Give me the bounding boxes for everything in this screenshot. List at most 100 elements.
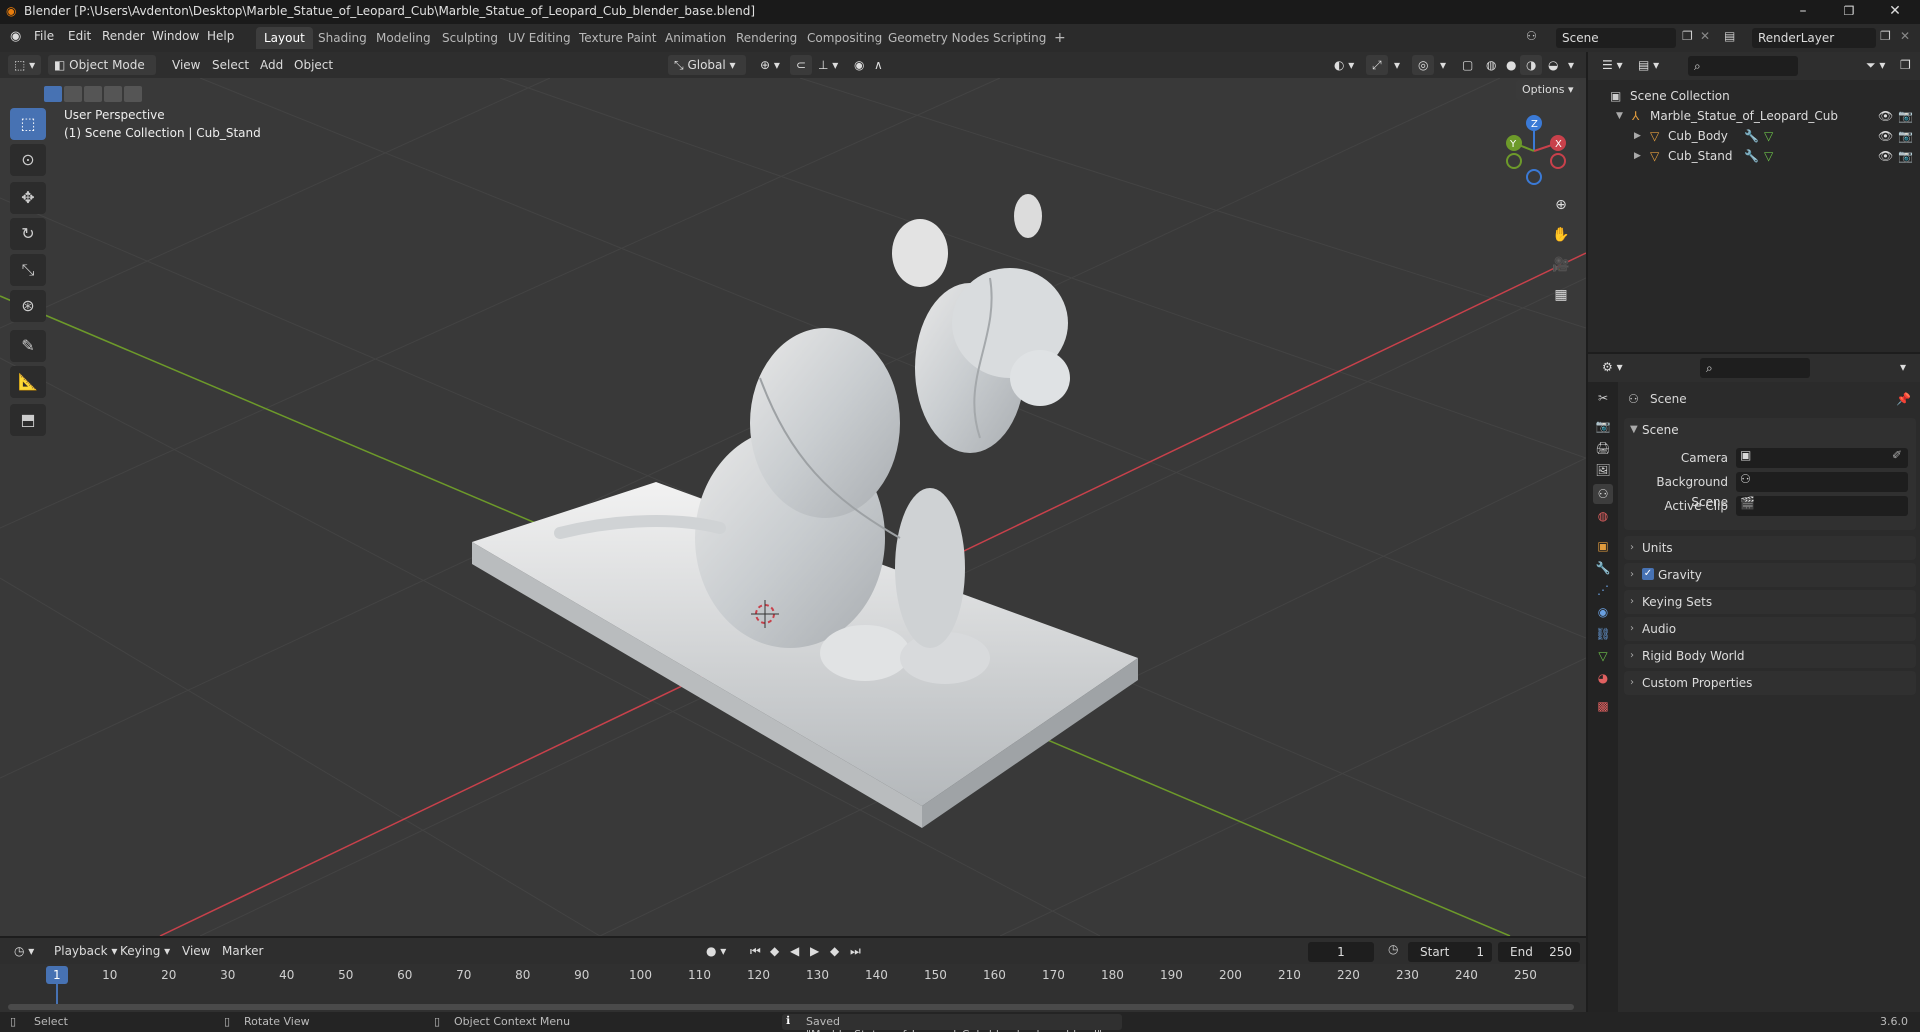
timeline-scrollbar[interactable] bbox=[8, 1004, 1574, 1010]
outliner-row-scene-collection[interactable]: ▣ Scene Collection bbox=[1588, 86, 1920, 106]
play-reverse-icon[interactable]: ◀ bbox=[784, 941, 805, 961]
pan-hand-icon[interactable]: ✋ bbox=[1548, 222, 1574, 248]
snap-icon[interactable]: ⊂ bbox=[790, 55, 813, 75]
annotate-tool-icon[interactable]: ✎ bbox=[10, 330, 46, 362]
render-camera-icon[interactable]: 📷 bbox=[1898, 146, 1913, 166]
keying-sets-panel[interactable]: › Keying Sets bbox=[1624, 590, 1916, 614]
visibility-eye-icon[interactable]: 👁 bbox=[1878, 146, 1893, 166]
tool-tab-icon[interactable]: ✂ bbox=[1593, 388, 1613, 408]
blender-menu-icon[interactable]: ◉ bbox=[10, 29, 21, 44]
menu-help[interactable]: Help bbox=[207, 29, 234, 43]
pivot-icon[interactable]: ⊕ ▾ bbox=[754, 55, 786, 75]
scene-tab-icon[interactable]: ⚇ bbox=[1593, 484, 1613, 504]
select-new-icon[interactable] bbox=[44, 86, 62, 102]
active-clip-field[interactable]: 🎬 bbox=[1736, 496, 1908, 516]
new-collection-icon[interactable]: ❐ bbox=[1894, 55, 1917, 75]
tab-scripting[interactable]: Scripting bbox=[985, 27, 1054, 49]
viewport-menu-add[interactable]: Add bbox=[254, 55, 289, 75]
renderlayer-field[interactable]: RenderLayer bbox=[1752, 28, 1876, 48]
transform-tool-icon[interactable]: ⊛ bbox=[10, 290, 46, 322]
move-tool-icon[interactable]: ✥ bbox=[10, 182, 46, 214]
eyedropper-icon[interactable]: ✐ bbox=[1892, 448, 1902, 462]
play-icon[interactable]: ▶ bbox=[804, 941, 825, 961]
tab-shading[interactable]: Shading bbox=[310, 27, 375, 49]
mode-dropdown[interactable]: ◧ Object Mode ▾ bbox=[48, 55, 156, 92]
audio-panel[interactable]: › Audio bbox=[1624, 617, 1916, 641]
outliner-editor-type-icon[interactable]: ☰ ▾ bbox=[1596, 55, 1629, 75]
camera-view-icon[interactable]: 🎥 bbox=[1548, 252, 1574, 278]
outliner-row-cub-stand[interactable]: ▶ ▽ Cub_Stand 🔧 ▽ 👁 📷 bbox=[1588, 146, 1920, 166]
menu-edit[interactable]: Edit bbox=[68, 29, 91, 43]
properties-options-icon[interactable]: ▾ bbox=[1894, 357, 1912, 377]
next-keyframe-icon[interactable]: ◆ bbox=[824, 941, 845, 961]
viewport-menu-view[interactable]: View bbox=[166, 55, 206, 75]
timeline-menu-marker[interactable]: Marker bbox=[216, 941, 269, 961]
xray-toggle-icon[interactable]: ▢ bbox=[1456, 55, 1479, 75]
collapse-chevron-icon[interactable]: ▶ bbox=[1634, 126, 1641, 146]
select-invert-icon[interactable] bbox=[104, 86, 122, 102]
ortho-grid-icon[interactable]: ▦ bbox=[1548, 282, 1574, 308]
timeline-menu-playback[interactable]: Playback ▾ bbox=[48, 941, 123, 961]
end-frame-field[interactable]: End 250 bbox=[1498, 942, 1580, 962]
pin-icon[interactable]: 📌 bbox=[1896, 392, 1911, 406]
viewport-menu-select[interactable]: Select bbox=[206, 55, 255, 75]
delete-renderlayer-icon[interactable]: ✕ bbox=[1900, 29, 1910, 43]
mesh-data-icon[interactable]: ▽ bbox=[1764, 146, 1773, 166]
tab-uv-editing[interactable]: UV Editing bbox=[500, 27, 579, 49]
add-cube-tool-icon[interactable]: ⬒ bbox=[10, 404, 46, 436]
timeline-editor-type-icon[interactable]: ◷ ▾ bbox=[8, 941, 40, 961]
material-tab-icon[interactable]: ◕ bbox=[1593, 668, 1613, 688]
new-scene-icon[interactable]: ❐ bbox=[1682, 29, 1693, 43]
select-box-tool-icon[interactable]: ⬚ bbox=[10, 108, 46, 140]
modifier-wrench-icon[interactable]: 🔧 bbox=[1744, 146, 1759, 166]
prev-keyframe-icon[interactable]: ◆ bbox=[764, 941, 785, 961]
3d-viewport[interactable]: Z X Y User Perspective (1) Scene Collect… bbox=[0, 78, 1586, 936]
gravity-checkbox[interactable]: ✓ bbox=[1642, 568, 1654, 580]
maximize-button[interactable]: ❐ bbox=[1826, 0, 1872, 24]
render-camera-icon[interactable]: 📷 bbox=[1898, 126, 1913, 146]
add-workspace-button[interactable]: + bbox=[1046, 27, 1074, 49]
shading-dropdown-icon[interactable]: ▾ bbox=[1562, 55, 1580, 75]
constraints-tab-icon[interactable]: ⛓ bbox=[1593, 624, 1613, 644]
rotate-tool-icon[interactable]: ↻ bbox=[10, 218, 46, 250]
expand-chevron-icon[interactable]: ▼ bbox=[1616, 106, 1623, 126]
visibility-icon[interactable]: ◐ ▾ bbox=[1328, 55, 1360, 75]
material-shading-icon[interactable]: ◑ bbox=[1520, 55, 1543, 75]
tab-texture-paint[interactable]: Texture Paint bbox=[571, 27, 664, 49]
scene-field[interactable]: Scene bbox=[1556, 28, 1676, 48]
view-layer-tab-icon[interactable]: 🖼 bbox=[1593, 460, 1613, 480]
properties-search-input[interactable]: ⌕ bbox=[1700, 358, 1810, 378]
options-dropdown[interactable]: Options ▾ bbox=[1516, 80, 1580, 100]
outliner-search-input[interactable]: ⌕ bbox=[1688, 56, 1798, 76]
overlays-dropdown-icon[interactable]: ▾ bbox=[1434, 55, 1452, 75]
auto-keying-icon[interactable]: ● ▾ bbox=[700, 941, 732, 961]
delete-scene-icon[interactable]: ✕ bbox=[1700, 29, 1710, 43]
physics-tab-icon[interactable]: ◉ bbox=[1593, 602, 1613, 622]
gizmo-toggle-icon[interactable]: ⤢ bbox=[1366, 55, 1388, 75]
select-extend-icon[interactable] bbox=[64, 86, 82, 102]
falloff-icon[interactable]: ∧ bbox=[868, 55, 889, 75]
tab-sculpting[interactable]: Sculpting bbox=[434, 27, 506, 49]
display-mode-icon[interactable]: ▤ ▾ bbox=[1632, 55, 1665, 75]
overlays-toggle-icon[interactable]: ◎ bbox=[1412, 55, 1435, 75]
snap-target-icon[interactable]: ⊥ ▾ bbox=[812, 55, 844, 75]
renderlayer-icon[interactable]: ▤ bbox=[1724, 29, 1735, 43]
world-tab-icon[interactable]: ◍ bbox=[1593, 506, 1613, 526]
cursor-tool-icon[interactable]: ⊙ bbox=[10, 144, 46, 176]
gizmo-dropdown-icon[interactable]: ▾ bbox=[1388, 55, 1406, 75]
viewport-menu-object[interactable]: Object bbox=[288, 55, 339, 75]
object-tab-icon[interactable]: ▣ bbox=[1593, 536, 1613, 556]
timeline-ruler[interactable]: 1 10 20 30 40 50 60 70 80 90 100 110 120 130 140 150 160… bbox=[0, 964, 1586, 1012]
visibility-eye-icon[interactable]: 👁 bbox=[1878, 126, 1893, 146]
measure-tool-icon[interactable]: 📐 bbox=[10, 366, 46, 398]
timeline-menu-view[interactable]: View bbox=[176, 941, 216, 961]
editor-type-button[interactable]: ⬚ ▾ bbox=[8, 55, 42, 75]
new-renderlayer-icon[interactable]: ❐ bbox=[1880, 29, 1891, 43]
texture-tab-icon[interactable]: ▩ bbox=[1593, 696, 1613, 716]
units-panel[interactable]: › Units bbox=[1624, 536, 1916, 560]
menu-file[interactable]: File bbox=[34, 29, 54, 43]
zoom-icon[interactable]: ⊕ bbox=[1548, 192, 1574, 218]
tab-rendering[interactable]: Rendering bbox=[728, 27, 805, 49]
background-scene-field[interactable]: ⚇ bbox=[1736, 472, 1908, 492]
menu-render[interactable]: Render bbox=[102, 29, 145, 43]
